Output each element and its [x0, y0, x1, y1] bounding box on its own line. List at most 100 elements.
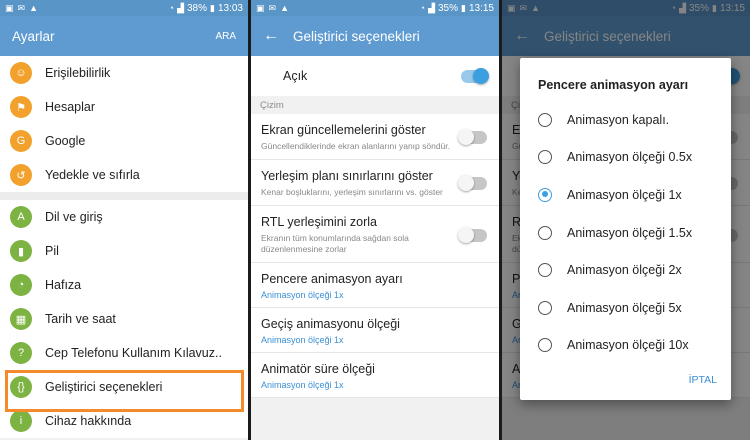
clock: 13:03 [217, 2, 243, 14]
setting-row[interactable]: Pencere animasyon ayarı Animasyon ölçeği … [251, 263, 499, 309]
toggle-knob [458, 175, 474, 192]
search-button[interactable]: ARA [215, 31, 236, 42]
key-icon: ⚑ [10, 96, 32, 118]
settings-item-label: Pil [45, 244, 59, 258]
radio-option-label: Animasyon ölçeği 2x [567, 263, 682, 278]
settings-item[interactable]: ↺ Yedekle ve sıfırla [0, 158, 248, 192]
setting-title: Yerleşim planı sınırlarını göster [261, 169, 433, 184]
master-toggle[interactable] [461, 67, 489, 84]
wifi-icon: ◔ [168, 2, 175, 13]
settings-item-label: Hesaplar [45, 100, 96, 114]
battery-icon: ▮ [461, 2, 466, 13]
settings-item[interactable]: ◔ Hafıza [0, 268, 248, 302]
photo-notification-icon: ▣ [5, 2, 14, 13]
setting-value: Animasyon ölçeği 1x [261, 380, 344, 391]
app-bar: Ayarlar ARA [0, 16, 248, 56]
setting-toggle[interactable] [458, 129, 487, 146]
accessibility-icon: ☺ [10, 62, 32, 84]
settings-item[interactable]: ▮ Pil [0, 234, 248, 268]
radio-option-label: Animasyon ölçeği 1.5x [567, 225, 693, 240]
app-notification-icon: ✉ [268, 2, 277, 13]
radio-button[interactable] [538, 225, 552, 240]
setting-toggle[interactable] [458, 226, 487, 243]
settings-item[interactable]: ▦ Tarih ve saat [0, 302, 248, 336]
setting-row[interactable]: Ekran güncellemelerini göster Güncellendi… [251, 114, 499, 161]
warning-icon: ▲ [29, 2, 38, 13]
radio-option-label: Animasyon ölçeği 0.5x [567, 150, 693, 165]
setting-row[interactable]: RTL yerleşimini zorla Ekranın tüm konumla… [251, 206, 499, 264]
battery-level: 35% [438, 2, 459, 14]
setting-value: Animasyon ölçeği 1x [261, 335, 344, 346]
master-switch-row[interactable]: Açık [251, 56, 499, 96]
setting-value: Animasyon ölçeği 1x [261, 290, 344, 301]
toggle-knob [458, 226, 474, 243]
back-arrow-icon[interactable]: ← [263, 27, 279, 45]
status-bar: ▣ ✉ ▲ ◔ ▟ 38% ▮ 13:03 [0, 0, 248, 16]
settings-item[interactable]: ☺ Erişilebilirlik [0, 56, 248, 90]
google-icon: G [10, 130, 32, 152]
settings-item[interactable]: {} Geliştirici seçenekleri [0, 370, 248, 404]
settings-item[interactable]: A Dil ve giriş [0, 200, 248, 234]
animation-scale-dialog: Pencere animasyon ayarı Animasyon kapalı… [520, 58, 731, 400]
developer-icon: {} [10, 376, 32, 398]
signal-icon: ▟ [428, 2, 435, 13]
settings-screen: ▣ ✉ ▲ ◔ ▟ 38% ▮ 13:03 Ayarlar ARA ☺ Erişilebili… [0, 0, 248, 440]
settings-item-label: Erişilebilirlik [45, 66, 111, 80]
battery-level: 38% [187, 2, 208, 14]
radio-option[interactable]: Animasyon ölçeği 5x [520, 289, 731, 327]
section-header: Çizim [251, 96, 499, 114]
setting-description: Güncellendiklerinde ekran alanlarını yan… [261, 141, 451, 151]
radio-button[interactable] [538, 300, 552, 315]
battery-icon: ▮ [210, 2, 215, 13]
radio-button[interactable] [538, 187, 552, 202]
radio-option-list: Animasyon kapalı. Animasyon ölçeği 0.5x An… [520, 101, 731, 364]
developer-settings-list: Ekran güncellemelerini göster Güncellendi… [251, 114, 499, 399]
radio-button[interactable] [538, 263, 552, 278]
setting-description: Ekranın tüm konumlarında sağdan sola düz… [261, 233, 409, 255]
setting-row[interactable]: Animatör süre ölçeği Animasyon ölçeği 1x [251, 353, 499, 399]
settings-list-group-2: A Dil ve giriş ▮ Pil ◔ Hafıza ▦ Tarih ve saat ? C… [0, 200, 248, 438]
wifi-icon: ◔ [419, 2, 426, 13]
radio-option[interactable]: Animasyon kapalı. [520, 101, 731, 139]
radio-option-label: Animasyon ölçeği 5x [567, 300, 682, 315]
setting-title: Pencere animasyon ayarı [261, 272, 403, 287]
radio-button[interactable] [538, 112, 552, 127]
radio-option[interactable]: Animasyon ölçeği 2x [520, 251, 731, 289]
settings-item-label: Hafıza [45, 278, 82, 292]
setting-row[interactable]: Yerleşim planı sınırlarını göster Kenar b… [251, 160, 499, 207]
setting-title: Geçiş animasyonu ölçeği [261, 317, 400, 332]
master-switch-label: Açık [283, 69, 308, 83]
warning-icon: ▲ [280, 2, 289, 13]
settings-item-label: Cep Telefonu Kullanım Kılavuz.. [45, 346, 222, 360]
app-notification-icon: ✉ [17, 2, 26, 13]
radio-button[interactable] [538, 338, 552, 353]
setting-title: RTL yerleşimini zorla [261, 215, 378, 230]
settings-item[interactable]: G Google [0, 124, 248, 158]
settings-item[interactable]: ? Cep Telefonu Kullanım Kılavuz.. [0, 336, 248, 370]
settings-item-label: Yedekle ve sıfırla [45, 168, 140, 182]
radio-option[interactable]: Animasyon ölçeği 1x [520, 176, 731, 214]
toggle-knob [473, 67, 489, 84]
setting-title: Ekran güncellemelerini göster [261, 123, 426, 137]
setting-toggle[interactable] [458, 175, 487, 192]
radio-option[interactable]: Animasyon ölçeği 0.5x [520, 139, 731, 177]
page-title: Ayarlar [12, 28, 55, 44]
settings-item[interactable]: ⚑ Hesaplar [0, 90, 248, 124]
divider [0, 192, 248, 200]
settings-item-label: Tarih ve saat [45, 312, 116, 326]
settings-item[interactable]: i Cihaz hakkında [0, 404, 248, 438]
toggle-knob [458, 129, 474, 146]
setting-row[interactable]: Geçiş animasyonu ölçeği Animasyon ölçeği … [251, 308, 499, 354]
settings-item-label: Dil ve giriş [45, 210, 103, 224]
backup-icon: ↺ [10, 164, 32, 186]
settings-item-label: Geliştirici seçenekleri [45, 380, 163, 394]
setting-title: Animatör süre ölçeği [261, 362, 375, 377]
cancel-button[interactable]: İPTAL [689, 374, 717, 386]
radio-option[interactable]: Animasyon ölçeği 10x [520, 327, 731, 365]
radio-option-label: Animasyon kapalı. [567, 112, 670, 127]
radio-option[interactable]: Animasyon ölçeği 1.5x [520, 214, 731, 252]
page-title: Geliştirici seçenekleri [293, 28, 420, 44]
settings-list-group-1: ☺ Erişilebilirlik ⚑ Hesaplar G Google ↺ Yedekle… [0, 56, 248, 192]
radio-button[interactable] [538, 150, 552, 165]
calendar-icon: ▦ [10, 308, 32, 330]
